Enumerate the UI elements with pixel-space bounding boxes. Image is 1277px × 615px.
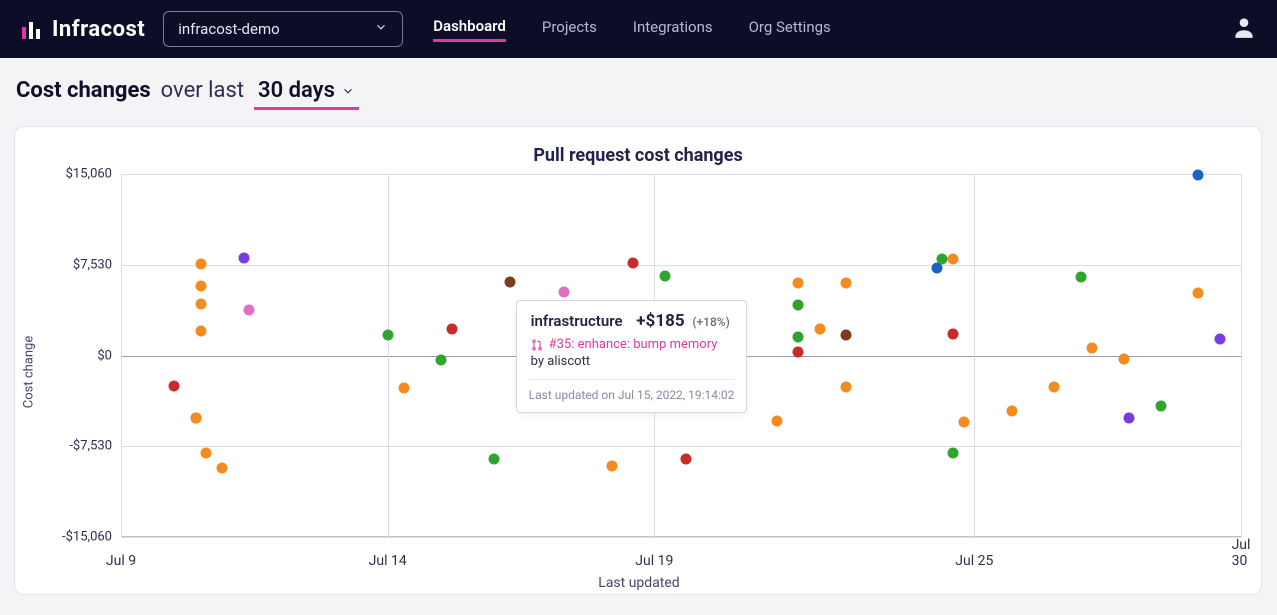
- page-header: Cost changes over last 30 days: [0, 58, 1277, 116]
- scatter-dot[interactable]: [558, 286, 569, 297]
- scatter-dot[interactable]: [660, 270, 671, 281]
- page-title-strong: Cost changes: [16, 78, 151, 103]
- nav-integrations[interactable]: Integrations: [633, 18, 713, 40]
- tooltip-updated: Last updated on Jul 15, 2022, 19:14:02: [529, 379, 735, 402]
- scatter-dot[interactable]: [1124, 413, 1135, 424]
- scatter-dot[interactable]: [841, 330, 852, 341]
- scatter-dot[interactable]: [190, 413, 201, 424]
- y-tick: $15,060: [37, 167, 112, 182]
- pull-request-icon: [531, 339, 543, 351]
- range-select-value: 30 days: [258, 78, 335, 103]
- brand: Infracost: [20, 17, 145, 42]
- user-icon[interactable]: [1231, 14, 1257, 44]
- org-select-value: infracost-demo: [178, 20, 279, 38]
- scatter-dot[interactable]: [793, 299, 804, 310]
- scatter-dot[interactable]: [1086, 343, 1097, 354]
- plot-area: Cost change Last updated -$15,060-$7,530…: [37, 174, 1241, 569]
- org-select[interactable]: infracost-demo: [163, 11, 403, 47]
- tooltip-pr-text: #35: enhance: bump memory: [549, 337, 718, 352]
- y-tick: $7,530: [37, 257, 112, 272]
- y-tick: $0: [37, 348, 112, 363]
- scatter-dot[interactable]: [217, 462, 228, 473]
- x-tick: Jul 30: [1232, 537, 1251, 569]
- scatter-dot[interactable]: [681, 454, 692, 465]
- scatter-dot[interactable]: [238, 252, 249, 263]
- chevron-down-icon: [341, 84, 355, 98]
- chart-title: Pull request cost changes: [37, 145, 1239, 166]
- scatter-dot[interactable]: [1193, 169, 1204, 180]
- gridline-v: [121, 174, 122, 537]
- x-tick: Jul 14: [369, 553, 407, 569]
- scatter-dot[interactable]: [1006, 405, 1017, 416]
- tooltip-amount: +$185: [636, 311, 684, 331]
- nav-org-settings[interactable]: Org Settings: [749, 18, 831, 40]
- scatter-dot[interactable]: [814, 323, 825, 334]
- chart-card: Pull request cost changes Cost change La…: [14, 126, 1262, 595]
- gridline-h: [121, 174, 1241, 175]
- tooltip-pct: (+18%): [692, 315, 730, 329]
- brand-name: Infracost: [52, 17, 145, 42]
- scatter-dot[interactable]: [841, 278, 852, 289]
- scatter-dot[interactable]: [1049, 381, 1060, 392]
- x-axis-label: Last updated: [598, 575, 679, 591]
- brand-logo-icon: [20, 17, 44, 41]
- scatter-dot[interactable]: [948, 448, 959, 459]
- scatter-dot[interactable]: [196, 280, 207, 291]
- gridline-h: [121, 265, 1241, 266]
- topnav: Infracost infracost-demo Dashboard Proje…: [0, 0, 1277, 58]
- scatter-dot[interactable]: [201, 448, 212, 459]
- scatter-dot[interactable]: [628, 257, 639, 268]
- scatter-dot[interactable]: [436, 355, 447, 366]
- scatter-dot[interactable]: [398, 383, 409, 394]
- scatter-dot[interactable]: [196, 298, 207, 309]
- scatter-dot[interactable]: [244, 304, 255, 315]
- gridline-v: [1241, 174, 1242, 537]
- tooltip-pr-link[interactable]: #35: enhance: bump memory: [531, 337, 733, 352]
- y-axis-label: Cost change: [22, 335, 37, 407]
- x-tick: Jul 25: [955, 553, 993, 569]
- nav-items: Dashboard Projects Integrations Org Sett…: [433, 17, 831, 42]
- page-title-muted: over last: [161, 78, 244, 103]
- tooltip-project: infrastructure: [531, 312, 623, 330]
- scatter-dot[interactable]: [196, 258, 207, 269]
- chevron-down-icon: [374, 20, 388, 38]
- scatter-dot[interactable]: [948, 328, 959, 339]
- nav-projects[interactable]: Projects: [542, 18, 597, 40]
- gridline-h: [121, 537, 1241, 538]
- scatter-dot[interactable]: [196, 326, 207, 337]
- gridline-h: [121, 446, 1241, 447]
- scatter-dot[interactable]: [772, 415, 783, 426]
- scatter-dot[interactable]: [793, 278, 804, 289]
- scatter-dot[interactable]: [169, 380, 180, 391]
- range-select[interactable]: 30 days: [254, 76, 359, 110]
- scatter-dot[interactable]: [505, 276, 516, 287]
- scatter-dot[interactable]: [1214, 333, 1225, 344]
- scatter-dot[interactable]: [606, 461, 617, 472]
- scatter-dot[interactable]: [1156, 401, 1167, 412]
- x-tick: Jul 19: [635, 553, 673, 569]
- scatter-dot[interactable]: [1118, 354, 1129, 365]
- gridline-v: [974, 174, 975, 537]
- scatter-dot[interactable]: [1193, 287, 1204, 298]
- scatter-dot[interactable]: [937, 254, 948, 265]
- scatter-dot[interactable]: [958, 416, 969, 427]
- y-tick: -$15,060: [37, 530, 112, 545]
- scatter-dot[interactable]: [446, 323, 457, 334]
- chart-tooltip: infrastructure +$185 (+18%) #35: enhance…: [516, 300, 748, 413]
- x-tick: Jul 9: [106, 553, 136, 569]
- scatter-dot[interactable]: [793, 332, 804, 343]
- nav-dashboard[interactable]: Dashboard: [433, 17, 506, 42]
- scatter-dot[interactable]: [1076, 272, 1087, 283]
- scatter-dot[interactable]: [793, 346, 804, 357]
- tooltip-author: by aliscott: [531, 354, 733, 369]
- scatter-dot[interactable]: [489, 454, 500, 465]
- gridline-v: [388, 174, 389, 537]
- y-tick: -$7,530: [37, 439, 112, 454]
- scatter-dot[interactable]: [382, 330, 393, 341]
- scatter-dot[interactable]: [841, 381, 852, 392]
- scatter-dot[interactable]: [948, 254, 959, 265]
